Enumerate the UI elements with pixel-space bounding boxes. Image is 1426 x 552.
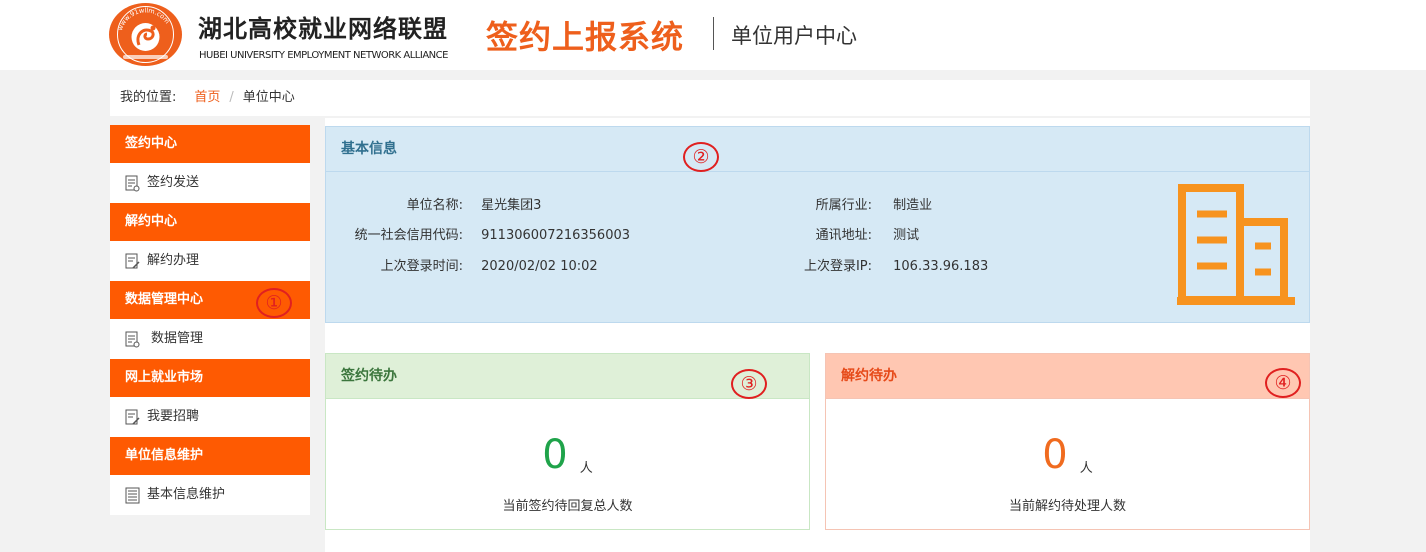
info-value: 测试 <box>893 228 920 243</box>
alliance-logo[interactable]: www.91wllm.com <box>109 3 182 66</box>
annotation-marker-3: ③ <box>731 369 767 399</box>
info-key: 所属行业: <box>815 198 872 213</box>
sidebar-item-sign-send[interactable]: 签约发送 <box>110 163 310 203</box>
sidebar-item-label: 数据管理 <box>151 331 204 346</box>
breadcrumb-label: 我的位置: <box>120 90 177 105</box>
sidebar-group-unit-info[interactable]: 单位信息维护 <box>110 437 310 475</box>
cancel-pending-count[interactable]: 0 <box>1042 432 1067 478</box>
sidebar-item-label: 基本信息维护 <box>147 487 226 502</box>
document-icon <box>125 175 140 191</box>
annotation-marker-4: ④ <box>1265 368 1301 398</box>
sidebar-group-sign[interactable]: 签约中心 <box>110 125 310 163</box>
info-key: 通讯地址: <box>815 228 872 243</box>
basic-info-panel: 基本信息 单位名称: 星光集团3 统一社会信用代码: 9113060072163… <box>325 126 1310 323</box>
breadcrumb: 我的位置: 首页 / 单位中心 <box>110 80 1310 116</box>
info-row-last-login-ip: 上次登录IP: 106.33.96.183 <box>756 255 988 274</box>
sign-pending-count[interactable]: 0 <box>542 432 567 478</box>
info-row-unit-name: 单位名称: 星光集团3 <box>344 194 542 213</box>
info-value: 星光集团3 <box>481 198 542 213</box>
info-row-credit-code: 统一社会信用代码: 911306007216356003 <box>344 224 630 243</box>
info-key: 单位名称: <box>406 198 463 213</box>
info-value: 106.33.96.183 <box>893 259 989 274</box>
info-value: 2020/02/02 10:02 <box>481 259 598 274</box>
info-value: 911306007216356003 <box>481 228 631 243</box>
sidebar-item-cancel-handle[interactable]: 解约办理 <box>110 241 310 281</box>
info-key: 上次登录IP: <box>803 259 872 274</box>
basic-info-title: 基本信息 <box>326 127 1309 172</box>
annotation-marker-1: ① <box>256 288 292 318</box>
cancel-pending-card: 解约待办 0人 当前解约待处理人数 <box>825 353 1310 530</box>
info-key: 上次登录时间: <box>380 259 463 274</box>
system-title: 签约上报系统 <box>486 18 685 56</box>
sign-pending-unit: 人 <box>579 461 593 476</box>
sign-pending-desc: 当前签约待回复总人数 <box>502 499 633 514</box>
sidebar-item-label: 解约办理 <box>147 253 200 268</box>
sidebar: 签约中心 签约发送 解约中心 解约办理 数据管理中心 数据管理 网上就业市场 我… <box>110 125 310 515</box>
sidebar-item-label: 我要招聘 <box>147 409 200 424</box>
edit-document-icon <box>125 253 140 269</box>
info-row-industry: 所属行业: 制造业 <box>756 194 933 213</box>
document-icon <box>125 331 140 347</box>
sidebar-item-recruit[interactable]: 我要招聘 <box>110 397 310 437</box>
alliance-logo-icon: www.91wllm.com <box>116 6 174 63</box>
alliance-subtitle: HUBEI UNIVERSITY EMPLOYMENT NETWORK ALLI… <box>199 50 448 61</box>
breadcrumb-separator: / <box>229 90 234 105</box>
cancel-pending-unit: 人 <box>1079 461 1093 476</box>
cancel-pending-desc: 当前解约待处理人数 <box>1008 499 1126 514</box>
sidebar-item-data-manage[interactable]: 数据管理 <box>110 319 310 359</box>
alliance-title: 湖北高校就业网络联盟 <box>198 15 448 43</box>
info-value: 制造业 <box>893 198 933 213</box>
header-divider <box>713 17 714 50</box>
info-key: 统一社会信用代码: <box>354 228 463 243</box>
info-row-last-login-time: 上次登录时间: 2020/02/02 10:02 <box>344 255 598 274</box>
info-row-address: 通讯地址: 测试 <box>756 224 920 243</box>
list-document-icon <box>125 487 140 503</box>
cancel-pending-title: 解约待办 <box>826 354 1309 399</box>
cancel-pending-count-line: 0人 <box>826 432 1309 478</box>
annotation-marker-2: ② <box>683 142 719 172</box>
sidebar-item-label: 签约发送 <box>147 175 200 190</box>
breadcrumb-home-link[interactable]: 首页 <box>194 90 220 105</box>
page-header: www.91wllm.com 湖北高校就业网络联盟 HUBEI UNIVERSI… <box>0 0 1426 70</box>
building-icon <box>1177 184 1295 305</box>
sign-pending-count-line: 0人 <box>326 432 809 478</box>
edit-document-icon <box>125 409 140 425</box>
sidebar-item-basic-info[interactable]: 基本信息维护 <box>110 475 310 515</box>
breadcrumb-current: 单位中心 <box>242 90 295 105</box>
system-subtitle: 单位用户中心 <box>731 24 857 48</box>
sidebar-group-cancel[interactable]: 解约中心 <box>110 203 310 241</box>
sidebar-group-market[interactable]: 网上就业市场 <box>110 359 310 397</box>
